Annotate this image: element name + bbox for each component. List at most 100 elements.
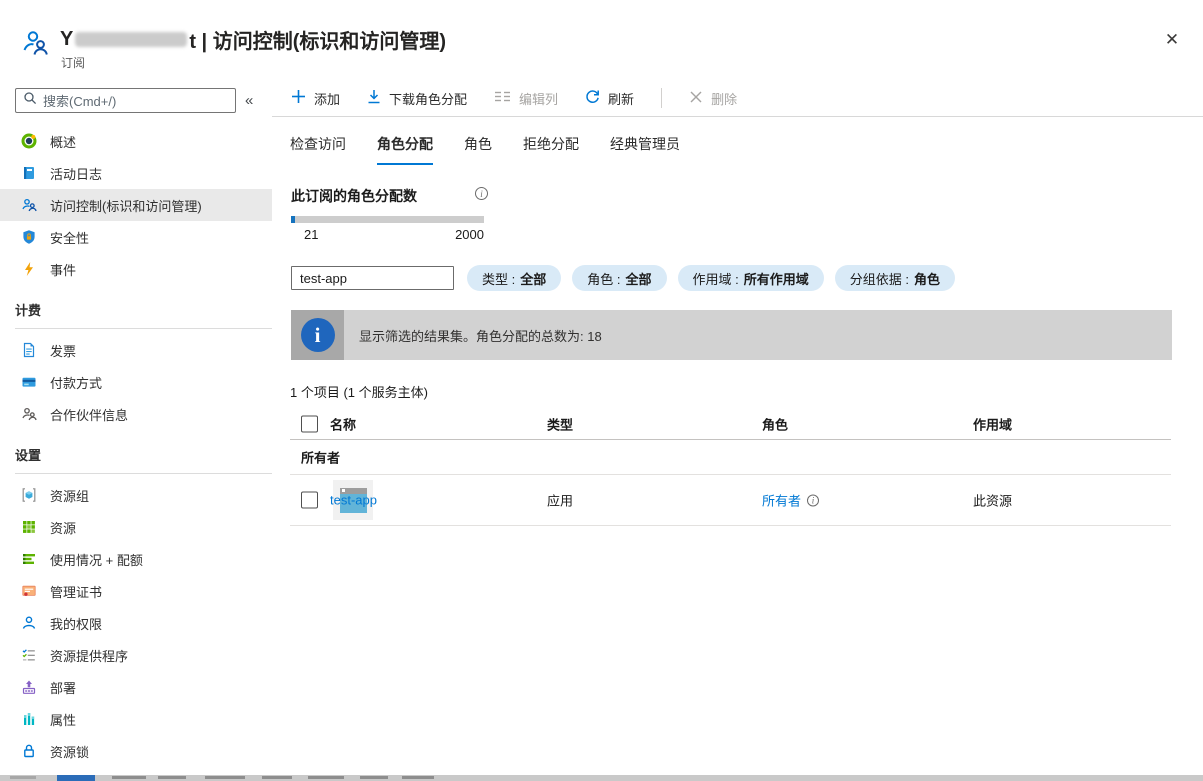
redacted-subscription-name (75, 32, 187, 47)
resource-providers-icon (20, 647, 37, 664)
close-icon[interactable]: ✕ (1160, 28, 1184, 52)
invoice-icon (20, 342, 37, 359)
sidebar-section-support: 支持 + 疑难解答 (0, 767, 272, 775)
sidebar-collapse-icon[interactable]: « (245, 92, 253, 109)
row-role-link[interactable]: 所有者 (762, 491, 801, 510)
table-group-row: 所有者 (290, 440, 1171, 475)
plus-icon (291, 89, 306, 107)
tab-role-assignments[interactable]: 角色分配 (377, 134, 433, 165)
tab-check-access[interactable]: 检查访问 (290, 134, 346, 165)
info-banner-icon: i (301, 318, 335, 352)
row-name-link[interactable]: test-app (330, 493, 377, 508)
progress-labels: 21 2000 (291, 227, 484, 242)
progress-max: 2000 (455, 227, 484, 242)
sidebar-item-activity-log[interactable]: 活动日志 (0, 157, 272, 189)
sidebar-item-payment-methods[interactable]: 付款方式 (0, 366, 272, 398)
sidebar-nav: 概述 活动日志 访问控制(标识和访问管理) 安全性 (0, 125, 272, 775)
blade-header: Yt | 访问控制(标识和访问管理) 订阅 ✕ (0, 0, 1203, 80)
resource-locks-icon (20, 743, 37, 760)
sidebar-item-overview[interactable]: 概述 (0, 125, 272, 157)
sidebar-item-resource-locks[interactable]: 资源锁 (0, 735, 272, 767)
background-window-blue-fragment (57, 775, 95, 781)
toolbar-divider (661, 88, 662, 108)
tab-roles[interactable]: 角色 (464, 134, 492, 165)
table-header-row: 名称 类型 角色 作用域 (290, 409, 1171, 440)
role-assignments-count: 此订阅的角色分配数 i (291, 186, 511, 204)
tab-bar: 检查访问 角色分配 角色 拒绝分配 经典管理员 (272, 134, 1203, 165)
progress-current: 21 (304, 227, 318, 242)
resources-icon (20, 519, 37, 536)
filter-pill-group-by[interactable]: 分组依据 :角色 (835, 265, 955, 291)
search-icon (23, 91, 37, 110)
my-permissions-icon (20, 615, 37, 632)
select-all-checkbox[interactable] (301, 416, 318, 433)
azure-portal-blade: Yt | 访问控制(标识和访问管理) 订阅 ✕ 搜索(Cmd+/) « 概述 (0, 0, 1203, 781)
overview-icon (20, 133, 37, 150)
filter-pill-role[interactable]: 角色 :全部 (572, 265, 666, 291)
sidebar-item-properties[interactable]: 属性 (0, 703, 272, 735)
table-row[interactable]: test-app 应用 所有者 i 此资源 (290, 475, 1171, 526)
download-icon (367, 89, 381, 107)
events-icon (20, 261, 37, 278)
sidebar-section-billing: 计费 (0, 285, 272, 328)
payment-icon (20, 374, 37, 391)
sidebar-item-deployments[interactable]: 部署 (0, 671, 272, 703)
column-header-scope[interactable]: 作用域 (973, 415, 1012, 434)
sidebar-item-my-permissions[interactable]: 我的权限 (0, 607, 272, 639)
download-role-assignments-button[interactable]: 下载角色分配 (367, 89, 467, 108)
partner-icon (20, 406, 37, 423)
info-banner: i 显示筛选的结果集。角色分配的总数为: 18 (291, 310, 1172, 360)
security-icon (20, 229, 37, 246)
sidebar-item-events[interactable]: 事件 (0, 253, 272, 285)
sidebar-item-resources[interactable]: 资源 (0, 511, 272, 543)
column-header-type[interactable]: 类型 (547, 415, 573, 434)
activity-log-icon (20, 165, 37, 182)
main-content: 添加 下载角色分配 编辑列 刷新 删除 检查访问 角色分配 角色 (272, 80, 1203, 775)
tab-classic-administrators[interactable]: 经典管理员 (610, 134, 680, 165)
background-window-edge (0, 775, 1203, 781)
sidebar-item-partner-information[interactable]: 合作伙伴信息 (0, 398, 272, 430)
refresh-button[interactable]: 刷新 (585, 89, 634, 108)
divider (15, 328, 272, 329)
row-role: 所有者 i (762, 491, 819, 510)
role-assignments-table: 名称 类型 角色 作用域 所有者 test-app 应用 所有者 i 此资源 (290, 409, 1171, 526)
group-label: 所有者 (301, 448, 340, 467)
page-title: Yt | 访问控制(标识和访问管理) (60, 25, 446, 54)
divider (15, 473, 272, 474)
filter-search-input[interactable] (291, 266, 454, 290)
filter-pill-scope[interactable]: 作用域 :所有作用域 (678, 265, 824, 291)
role-assignments-progress-fill (291, 216, 295, 223)
properties-icon (20, 711, 37, 728)
sidebar-item-management-certificates[interactable]: 管理证书 (0, 575, 272, 607)
sidebar-item-usage-quotas[interactable]: 使用情况 + 配额 (0, 543, 272, 575)
edit-columns-button[interactable]: 编辑列 (494, 89, 558, 108)
sidebar: 搜索(Cmd+/) « 概述 活动日志 访问控制(标识和访问 (0, 80, 272, 775)
banner-icon-box: i (291, 310, 344, 360)
access-control-icon (20, 197, 37, 214)
tab-deny-assignments[interactable]: 拒绝分配 (523, 134, 579, 165)
search-placeholder: 搜索(Cmd+/) (43, 91, 116, 110)
row-checkbox[interactable] (301, 492, 318, 509)
subscription-access-control-icon (20, 28, 52, 63)
sidebar-section-settings: 设置 (0, 430, 272, 473)
sidebar-item-invoices[interactable]: 发票 (0, 334, 272, 366)
sidebar-item-security[interactable]: 安全性 (0, 221, 272, 253)
info-icon: i (475, 187, 488, 200)
certificates-icon (20, 583, 37, 600)
sidebar-item-resource-groups[interactable]: 资源组 (0, 479, 272, 511)
delete-button[interactable]: 删除 (689, 89, 737, 108)
edit-columns-icon (494, 90, 511, 106)
filter-pill-type[interactable]: 类型 :全部 (467, 265, 561, 291)
role-assignments-progress (291, 216, 484, 223)
column-header-role[interactable]: 角色 (762, 415, 788, 434)
resource-groups-icon (20, 487, 37, 504)
role-info-icon[interactable]: i (807, 494, 819, 506)
add-button[interactable]: 添加 (291, 89, 340, 108)
column-header-name[interactable]: 名称 (330, 415, 356, 434)
sidebar-item-access-control[interactable]: 访问控制(标识和访问管理) (0, 189, 272, 221)
sidebar-search-input[interactable]: 搜索(Cmd+/) (15, 88, 236, 113)
page-subtitle: 订阅 (61, 54, 85, 71)
count-label: 此订阅的角色分配数 (291, 188, 417, 204)
sidebar-item-resource-providers[interactable]: 资源提供程序 (0, 639, 272, 671)
command-bar: 添加 下载角色分配 编辑列 刷新 删除 (272, 80, 1203, 117)
